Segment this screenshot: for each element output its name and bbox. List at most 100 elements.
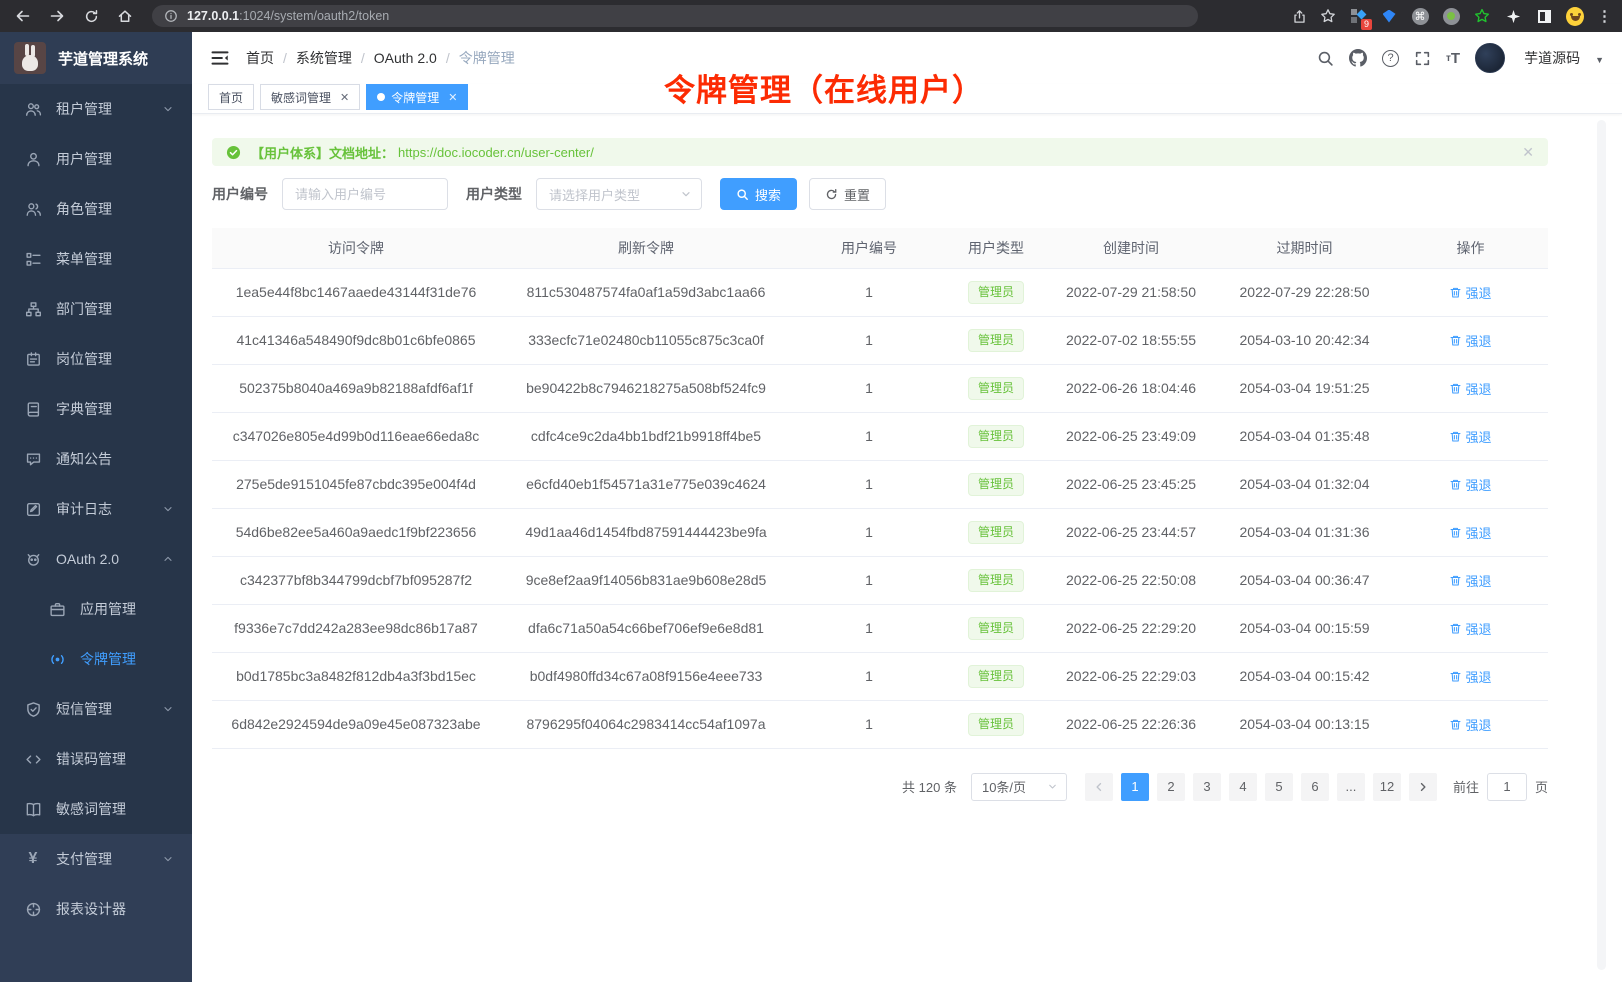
user-type-badge: 管理员 — [968, 713, 1024, 736]
page-button-6[interactable]: 6 — [1301, 773, 1329, 801]
fullscreen-icon[interactable] — [1414, 50, 1431, 67]
font-size-icon[interactable]: тT — [1446, 50, 1460, 67]
force-logout-button[interactable]: 强退 — [1449, 571, 1491, 590]
sidebar-item-dict[interactable]: 字典管理 — [0, 384, 192, 434]
expire-time-cell: 2054-03-04 00:36:47 — [1216, 556, 1393, 604]
back-icon[interactable] — [10, 3, 36, 29]
app-title: 芋道管理系统 — [58, 48, 148, 69]
breadcrumb-item[interactable]: 首页 — [246, 48, 274, 68]
chevron-down-icon — [162, 103, 174, 115]
sidebar-item-report[interactable]: 报表设计器 — [0, 884, 192, 934]
address-bar[interactable]: 127.0.0.1:1024/system/oauth2/token — [152, 5, 1198, 27]
sidebar-item-app[interactable]: 应用管理 — [0, 584, 192, 634]
white-star-icon[interactable] — [1504, 7, 1522, 25]
sidebar-item-notice[interactable]: 通知公告 — [0, 434, 192, 484]
force-logout-button[interactable]: 强退 — [1449, 667, 1491, 686]
sidebar-item-post[interactable]: 岗位管理 — [0, 334, 192, 384]
sidebar-item-label: OAuth 2.0 — [56, 551, 119, 567]
tab-close-icon[interactable]: ✕ — [448, 91, 457, 104]
tab-close-icon[interactable]: ✕ — [340, 91, 349, 104]
breadcrumb-item[interactable]: OAuth 2.0 — [374, 50, 437, 66]
sidebar-item-role[interactable]: 角色管理 — [0, 184, 192, 234]
prev-page-button[interactable] — [1085, 773, 1113, 801]
force-logout-button[interactable]: 强退 — [1449, 283, 1491, 302]
force-logout-button[interactable]: 强退 — [1449, 331, 1491, 350]
force-logout-button[interactable]: 强退 — [1449, 427, 1491, 446]
sidebar-item-audit[interactable]: 审计日志 — [0, 484, 192, 534]
column-header: 用户类型 — [946, 228, 1046, 268]
browser-menu-icon[interactable]: ⋮ — [1597, 7, 1612, 25]
sidebar-item-label: 报表设计器 — [56, 899, 126, 919]
expire-time-cell: 2054-03-04 01:32:04 — [1216, 460, 1393, 508]
access-token-cell: c342377bf8b344799dcbf7bf095287f2 — [212, 556, 500, 604]
sidebar-item-token[interactable]: 令牌管理 — [0, 634, 192, 684]
gem-icon[interactable] — [1380, 7, 1398, 25]
user-id-input[interactable] — [282, 178, 448, 210]
refresh-token-cell: 8796295f04064c2983414cc54af1097a — [500, 700, 792, 748]
record-circle-icon[interactable] — [1442, 7, 1460, 25]
help-icon[interactable]: ? — [1382, 50, 1399, 67]
create-time-cell: 2022-07-29 21:58:50 — [1046, 268, 1216, 316]
sidebar-item-sms[interactable]: 短信管理 — [0, 684, 192, 734]
page-button-3[interactable]: 3 — [1193, 773, 1221, 801]
profile-avatar-icon[interactable] — [1566, 7, 1584, 25]
sidebar-item-tenant[interactable]: 租户管理 — [0, 84, 192, 134]
force-logout-button[interactable]: 强退 — [1449, 523, 1491, 542]
force-logout-button[interactable]: 强退 — [1449, 379, 1491, 398]
scrollbar[interactable] — [1597, 120, 1606, 970]
bookmark-star-icon[interactable] — [1320, 8, 1336, 24]
site-info-icon[interactable] — [164, 9, 178, 23]
app-logo[interactable]: 芋道管理系统 — [0, 32, 192, 84]
page-button-1[interactable]: 1 — [1121, 773, 1149, 801]
force-logout-button[interactable]: 强退 — [1449, 619, 1491, 638]
access-token-cell: 6d842e2924594de9a09e45e087323abe — [212, 700, 500, 748]
chevron-down-icon[interactable]: ▼ — [1595, 55, 1604, 65]
sidebar-toggle-icon[interactable] — [210, 48, 230, 68]
sidebar-item-oauth[interactable]: OAuth 2.0 — [0, 534, 192, 584]
forward-icon[interactable] — [44, 3, 70, 29]
user-type-select[interactable]: 请选择用户类型 — [536, 178, 702, 210]
page-size-select[interactable]: 10条/页 — [971, 773, 1067, 801]
user-icon — [24, 150, 42, 168]
user-type-badge: 管理员 — [968, 425, 1024, 448]
page-button-12[interactable]: 12 — [1373, 773, 1401, 801]
page-ellipsis[interactable]: ... — [1337, 773, 1365, 801]
page-button-5[interactable]: 5 — [1265, 773, 1293, 801]
extensions-grid-icon[interactable]: 9 — [1349, 7, 1367, 25]
tab-敏感词管理[interactable]: 敏感词管理✕ — [260, 84, 360, 110]
goto-page-input[interactable] — [1487, 773, 1527, 801]
green-star-icon[interactable] — [1473, 7, 1491, 25]
sidebar-item-errcode[interactable]: 错误码管理 — [0, 734, 192, 784]
sidebar-item-dept[interactable]: 部门管理 — [0, 284, 192, 334]
tab-令牌管理[interactable]: 令牌管理✕ — [366, 84, 468, 110]
panel-toggle-icon[interactable] — [1535, 7, 1553, 25]
table-row: c342377bf8b344799dcbf7bf095287f29ce8ef2a… — [212, 556, 1548, 604]
reset-button[interactable]: 重置 — [809, 178, 886, 210]
user-type-cell: 管理员 — [946, 604, 1046, 652]
sidebar-item-menu[interactable]: 菜单管理 — [0, 234, 192, 284]
user-avatar[interactable] — [1475, 43, 1505, 73]
chevron-down-icon — [162, 853, 174, 865]
doc-link[interactable]: https://doc.iocoder.cn/user-center/ — [398, 145, 594, 160]
home-icon[interactable] — [112, 3, 138, 29]
command-circle-icon[interactable]: ⌘ — [1411, 7, 1429, 25]
search-icon[interactable] — [1317, 50, 1334, 67]
github-icon[interactable] — [1349, 49, 1367, 67]
username[interactable]: 芋道源码 — [1524, 48, 1580, 68]
sidebar-item-label: 通知公告 — [56, 449, 112, 469]
share-icon[interactable] — [1292, 9, 1307, 24]
sidebar-item-user[interactable]: 用户管理 — [0, 134, 192, 184]
tab-首页[interactable]: 首页 — [208, 84, 254, 110]
breadcrumb-item[interactable]: 系统管理 — [296, 48, 352, 68]
reload-icon[interactable] — [78, 3, 104, 29]
alert-close-icon[interactable]: ✕ — [1522, 144, 1534, 161]
next-page-button[interactable] — [1409, 773, 1437, 801]
sidebar-item-pay[interactable]: ¥支付管理 — [0, 834, 192, 884]
sidebar-item-sensitive[interactable]: 敏感词管理 — [0, 784, 192, 834]
force-logout-button[interactable]: 强退 — [1449, 715, 1491, 734]
page-button-2[interactable]: 2 — [1157, 773, 1185, 801]
sms-icon — [24, 700, 42, 718]
page-button-4[interactable]: 4 — [1229, 773, 1257, 801]
force-logout-button[interactable]: 强退 — [1449, 475, 1491, 494]
search-button[interactable]: 搜索 — [720, 178, 797, 210]
